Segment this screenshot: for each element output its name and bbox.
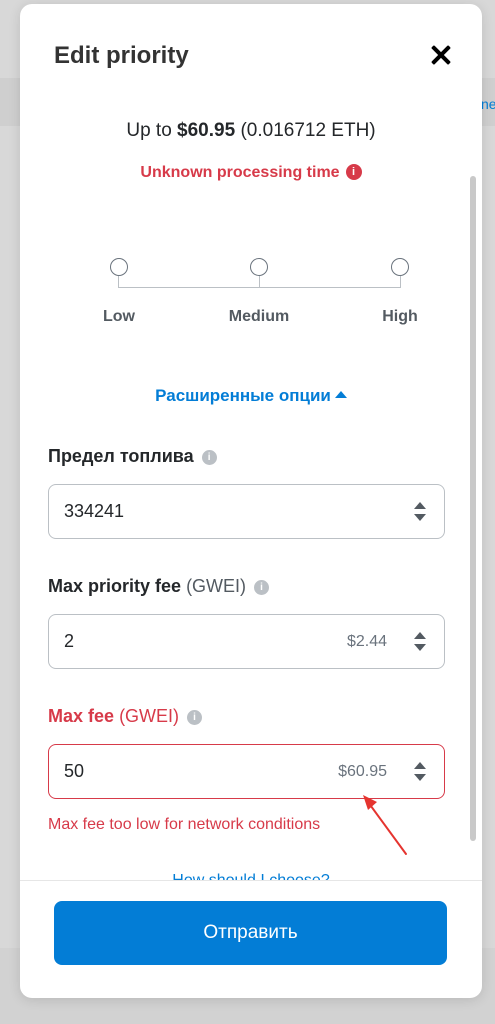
modal-header: Edit priority — [20, 4, 482, 94]
summary-prefix: Up to — [126, 120, 178, 141]
slider-tick — [400, 276, 401, 288]
stepper-up[interactable] — [414, 502, 426, 509]
stepper-icon[interactable] — [413, 761, 427, 783]
info-icon[interactable]: i — [201, 450, 217, 465]
arrow-head — [363, 795, 377, 810]
gas-limit-label-text: Предел топлива — [48, 446, 194, 466]
priority-slider[interactable]: Low Medium High — [100, 252, 420, 332]
slider-tick — [259, 276, 260, 288]
info-icon[interactable]: i — [187, 710, 203, 725]
max-priority-fee-unit: (GWEI) — [186, 576, 247, 596]
gas-limit-label: Предел топлива i — [48, 446, 217, 467]
advanced-options-label: Расширенные опции — [155, 386, 331, 405]
stepper-up[interactable] — [414, 762, 426, 769]
max-priority-fee-value: 2 — [64, 631, 75, 651]
slider-tick — [118, 276, 119, 288]
caret-up-icon — [334, 391, 347, 398]
how-to-choose-link[interactable]: How should I choose? — [20, 870, 482, 880]
max-priority-fee-label-text: Max priority fee — [48, 576, 182, 596]
stepper-down[interactable] — [414, 514, 426, 521]
stepper-up[interactable] — [414, 632, 426, 639]
close-icon[interactable] — [428, 42, 454, 68]
max-priority-fee-fiat: $2.44 — [346, 633, 387, 650]
background-link: ne — [481, 96, 495, 110]
stepper-icon[interactable] — [413, 631, 427, 653]
max-fee-unit: (GWEI) — [119, 706, 180, 726]
arrow-shaft — [367, 801, 407, 855]
level-label-medium: Medium — [228, 308, 290, 325]
modal-title: Edit priority — [54, 42, 189, 69]
warning-text: Unknown processing time — [140, 164, 340, 181]
advanced-options-toggle[interactable]: Расширенные опции — [20, 386, 482, 406]
fee-summary: Up to $60.95 (0.016712 ETH) — [20, 120, 482, 142]
radio-high[interactable] — [391, 258, 409, 276]
max-fee-fiat: $60.95 — [338, 763, 387, 780]
max-fee-label: Max fee (GWEI) i — [48, 706, 203, 727]
radio-low[interactable] — [110, 258, 128, 276]
max-fee-error: Max fee too low for network conditions — [48, 816, 321, 833]
processing-time-warning: Unknown processing time i — [20, 164, 482, 182]
level-label-low: Low — [103, 308, 135, 325]
max-fee-label-text: Max fee — [48, 706, 115, 726]
stepper-down[interactable] — [414, 774, 426, 781]
submit-button[interactable]: Отправить — [54, 901, 447, 965]
max-fee-input[interactable]: 50 $60.95 — [48, 744, 445, 799]
info-icon[interactable]: i — [254, 580, 270, 595]
annotation-arrow-icon — [363, 795, 407, 855]
edit-priority-modal: Edit priority Up to $60.95 (0.016712 ETH… — [20, 4, 482, 998]
summary-eth: (0.016712 ETH) — [235, 120, 376, 141]
level-label-high: High — [382, 308, 418, 325]
gas-limit-input[interactable]: 334241 — [48, 484, 445, 539]
gas-limit-value: 334241 — [64, 501, 125, 521]
max-priority-fee-label: Max priority fee (GWEI) i — [48, 576, 270, 597]
max-priority-fee-input[interactable]: 2 $2.44 — [48, 614, 445, 669]
stepper-icon[interactable] — [413, 501, 427, 523]
footer-divider — [20, 880, 482, 881]
stepper-down[interactable] — [414, 644, 426, 651]
max-fee-value: 50 — [64, 761, 85, 781]
info-icon[interactable]: i — [345, 164, 362, 180]
scrollbar[interactable] — [470, 176, 476, 841]
radio-medium[interactable] — [250, 258, 268, 276]
summary-fiat: $60.95 — [177, 120, 236, 141]
